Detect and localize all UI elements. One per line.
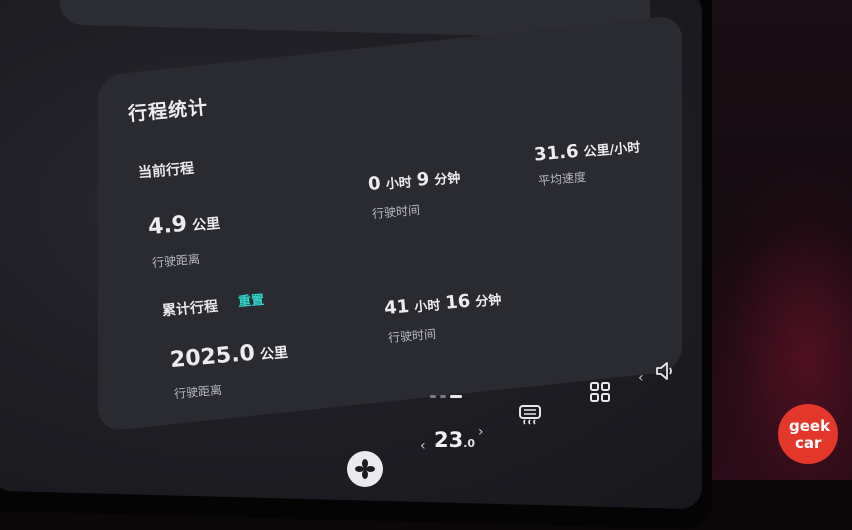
temperature-increase-button[interactable]: ›: [478, 424, 484, 440]
current-time-minutes-unit: 分钟: [433, 170, 462, 189]
logo-text-bottom: car: [795, 434, 822, 452]
temperature-decimal: .0: [463, 437, 476, 450]
current-distance-value: 4.9: [147, 211, 189, 241]
apps-grid-button[interactable]: [590, 382, 610, 406]
page-indicator: [430, 383, 466, 402]
grid-icon: [590, 382, 610, 402]
temperature-display: 23.0: [434, 428, 475, 452]
page-dot[interactable]: [430, 395, 436, 398]
page-dot[interactable]: [440, 395, 446, 398]
current-time-minutes: 9: [415, 168, 431, 191]
page-dot-active[interactable]: [450, 395, 462, 398]
defrost-button[interactable]: [518, 404, 542, 430]
rear-defrost-icon: [519, 405, 541, 425]
current-distance-unit: 公里: [191, 215, 221, 235]
current-time-hours: 0: [367, 172, 382, 195]
logo-text-top: geek: [789, 417, 831, 435]
temperature-value: 23: [434, 428, 464, 452]
geekcar-logo: geek car: [778, 404, 838, 464]
reset-button[interactable]: 重置: [237, 289, 265, 310]
temperature-decrease-button[interactable]: ‹: [420, 438, 426, 454]
cumulative-time-minutes-unit: 分钟: [474, 292, 503, 311]
cumulative-time-hours: 41: [383, 295, 411, 320]
average-speed-value: 31.6: [533, 140, 580, 166]
speaker-icon: [656, 362, 672, 380]
current-time-hours-unit: 小时: [385, 175, 413, 193]
cumulative-distance-unit: 公里: [259, 344, 289, 364]
cumulative-time-minutes: 16: [444, 290, 472, 314]
cumulative-time-hours-unit: 小时: [413, 298, 442, 316]
volume-down-button[interactable]: ‹: [638, 370, 644, 386]
volume-button[interactable]: [654, 360, 676, 386]
